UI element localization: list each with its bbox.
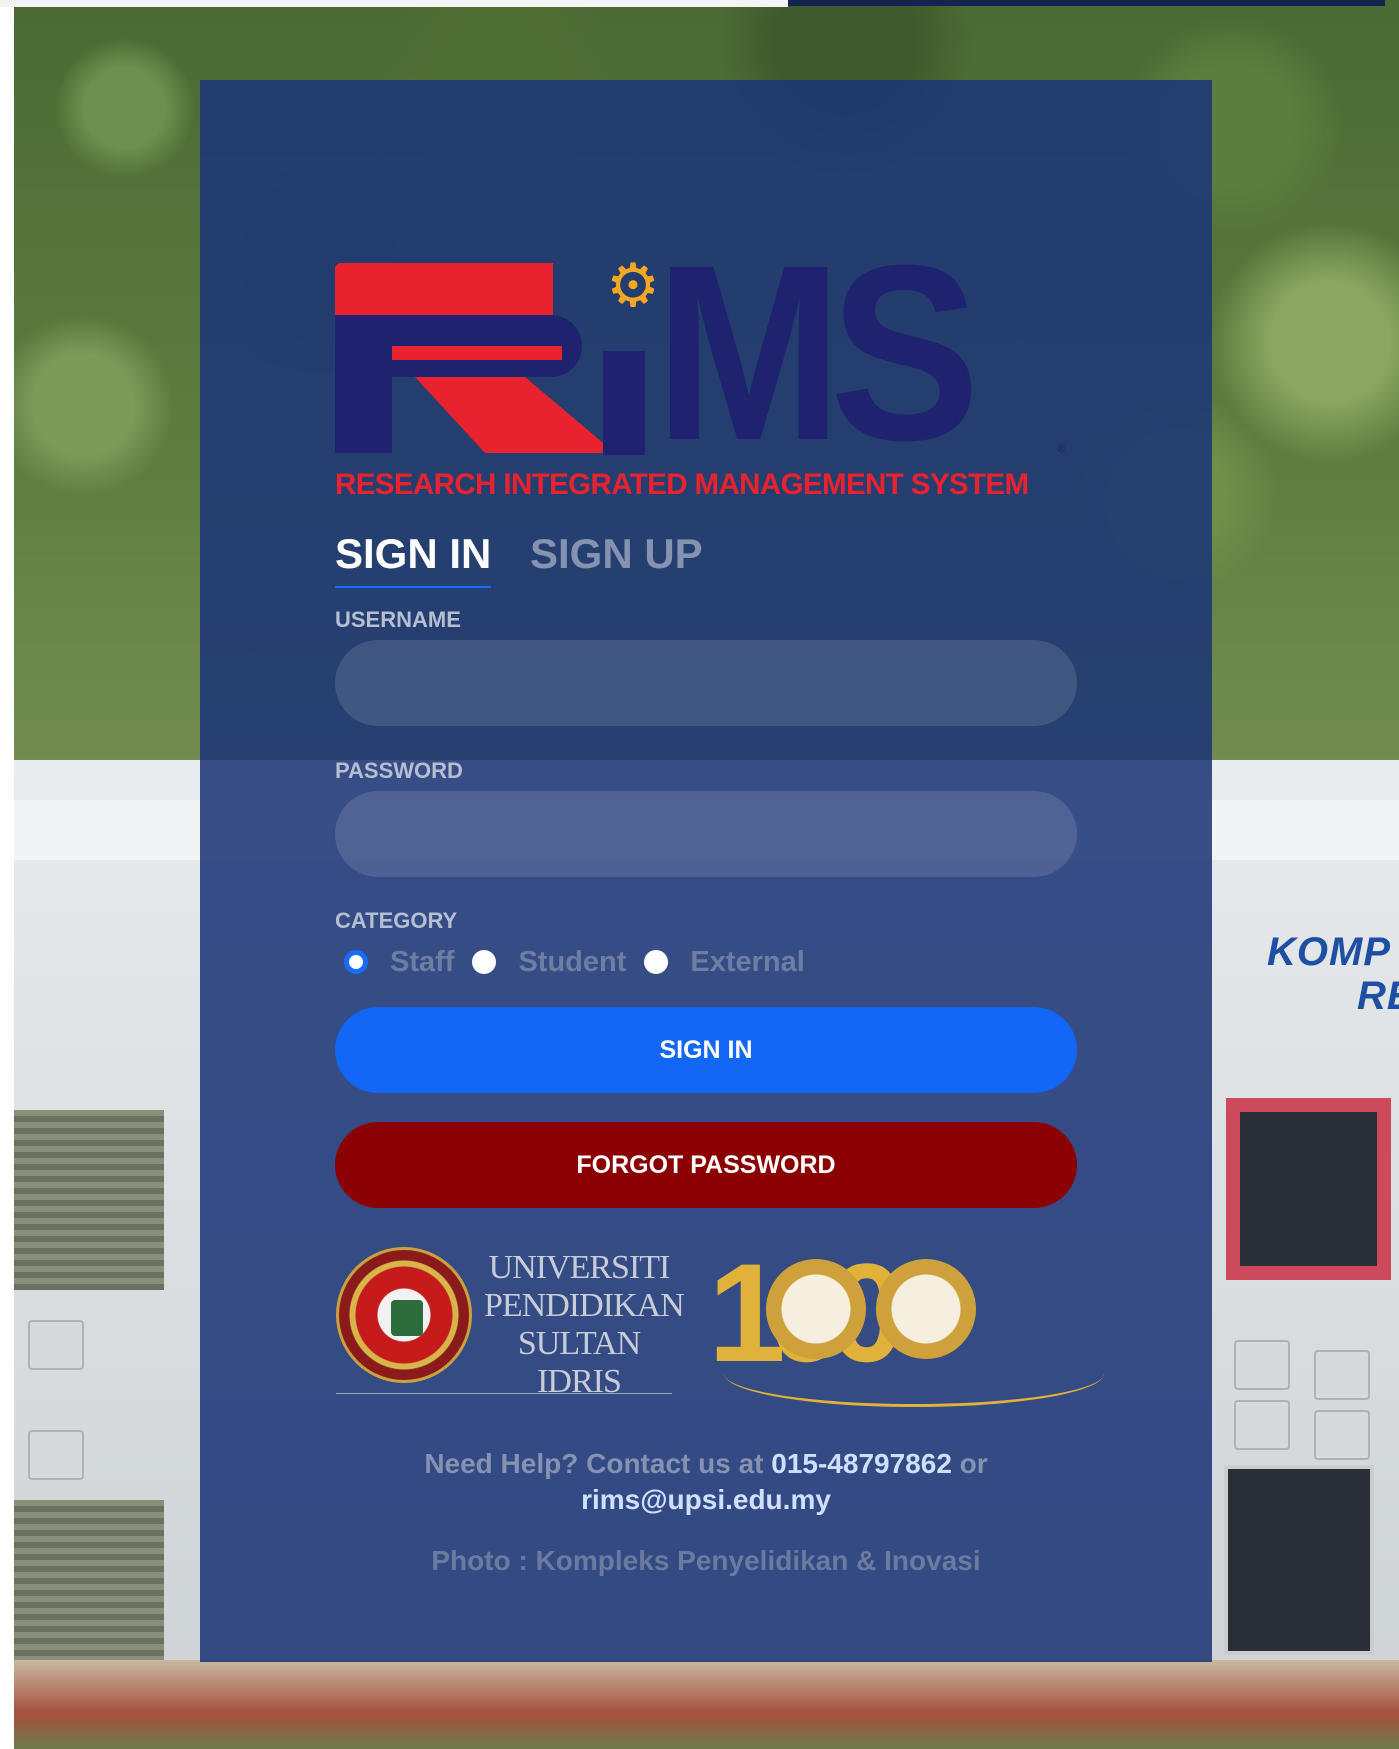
tab-sign-in[interactable]: SIGN IN [335, 530, 492, 588]
help-email-link[interactable]: rims@upsi.edu.my [581, 1484, 831, 1515]
logo-r-leg [415, 377, 615, 453]
help-connector: or [959, 1448, 988, 1479]
password-label: PASSWORD [335, 758, 463, 783]
logo-r-top [335, 263, 553, 315]
login-page: KOMPRES ⚙ MS ® RESEARCH INTEGRATED MANAG… [0, 0, 1399, 1749]
sign-in-button[interactable]: SIGN IN [335, 1007, 1077, 1093]
radio-student[interactable] [472, 950, 497, 974]
rims-logo: ⚙ MS ® RESEARCH INTEGRATED MANAGEMENT SY… [335, 228, 1066, 503]
upsi-line: PENDIDIKAN [484, 1287, 685, 1324]
ac-unit [28, 1430, 84, 1480]
radio-staff-label[interactable]: Staff [390, 946, 454, 979]
upsi-line: UNIVERSITI [488, 1249, 671, 1286]
ac-unit [1314, 1350, 1370, 1400]
logo-tagline: RESEARCH INTEGRATED MANAGEMENT SYSTEM [335, 468, 1029, 501]
partner-logos: UNIVERSITI PENDIDIKAN SULTAN IDRIS 100 [336, 1243, 1106, 1417]
university-crest-logo [336, 1247, 472, 1383]
top-strip [0, 0, 788, 7]
category-radio-group: Staff Student External [344, 944, 823, 980]
ac-unit [1234, 1340, 1290, 1390]
upsi-wordmark: UNIVERSITI PENDIDIKAN SULTAN IDRIS [484, 1249, 685, 1401]
help-prefix: Need Help? Contact us at [424, 1448, 764, 1479]
radio-external[interactable] [644, 950, 669, 974]
building-window-frame [1226, 1098, 1391, 1280]
centenary-seal-left [766, 1259, 866, 1359]
logo-ms-letters: MS [655, 213, 980, 492]
ac-unit [28, 1320, 84, 1370]
building-window [1224, 1465, 1374, 1655]
upsi-line: SULTAN IDRIS [517, 1325, 641, 1400]
gear-icon: ⚙ [606, 252, 660, 319]
centenary-swoosh [724, 1367, 1104, 1407]
building-signage: KOMPRES [1267, 930, 1399, 1018]
password-input[interactable] [335, 791, 1077, 877]
photo-credit: Photo : Kompleks Penyelidikan & Inovasi [431, 1545, 981, 1576]
username-label: USERNAME [335, 607, 461, 632]
upsi-subline [336, 1393, 672, 1411]
help-phone-link[interactable]: 015-48797862 [771, 1448, 952, 1479]
ac-unit [1234, 1400, 1290, 1450]
username-input[interactable] [335, 640, 1077, 726]
radio-external-label[interactable]: External [690, 946, 804, 979]
building-vent [14, 1500, 164, 1660]
ac-unit [1314, 1410, 1370, 1460]
radio-student-label[interactable]: Student [518, 946, 626, 979]
registered-mark: ® [1057, 441, 1066, 455]
radio-staff[interactable] [344, 950, 368, 974]
category-label: CATEGORY [335, 908, 458, 933]
logo-i-stem [603, 351, 645, 455]
building-vent [14, 1110, 164, 1290]
help-text: Need Help? Contact us at 015-48797862 or… [335, 1446, 1077, 1518]
crest-emblem [391, 1300, 423, 1336]
forgot-password-button[interactable]: FORGOT PASSWORD [335, 1122, 1077, 1208]
ground [14, 1660, 1399, 1749]
tab-sign-up[interactable]: SIGN UP [530, 530, 703, 578]
centenary-seal-right [876, 1259, 976, 1359]
top-strip-dark [788, 0, 1385, 6]
logo-r-stem [335, 315, 392, 453]
logo-r-stripe [392, 346, 562, 360]
